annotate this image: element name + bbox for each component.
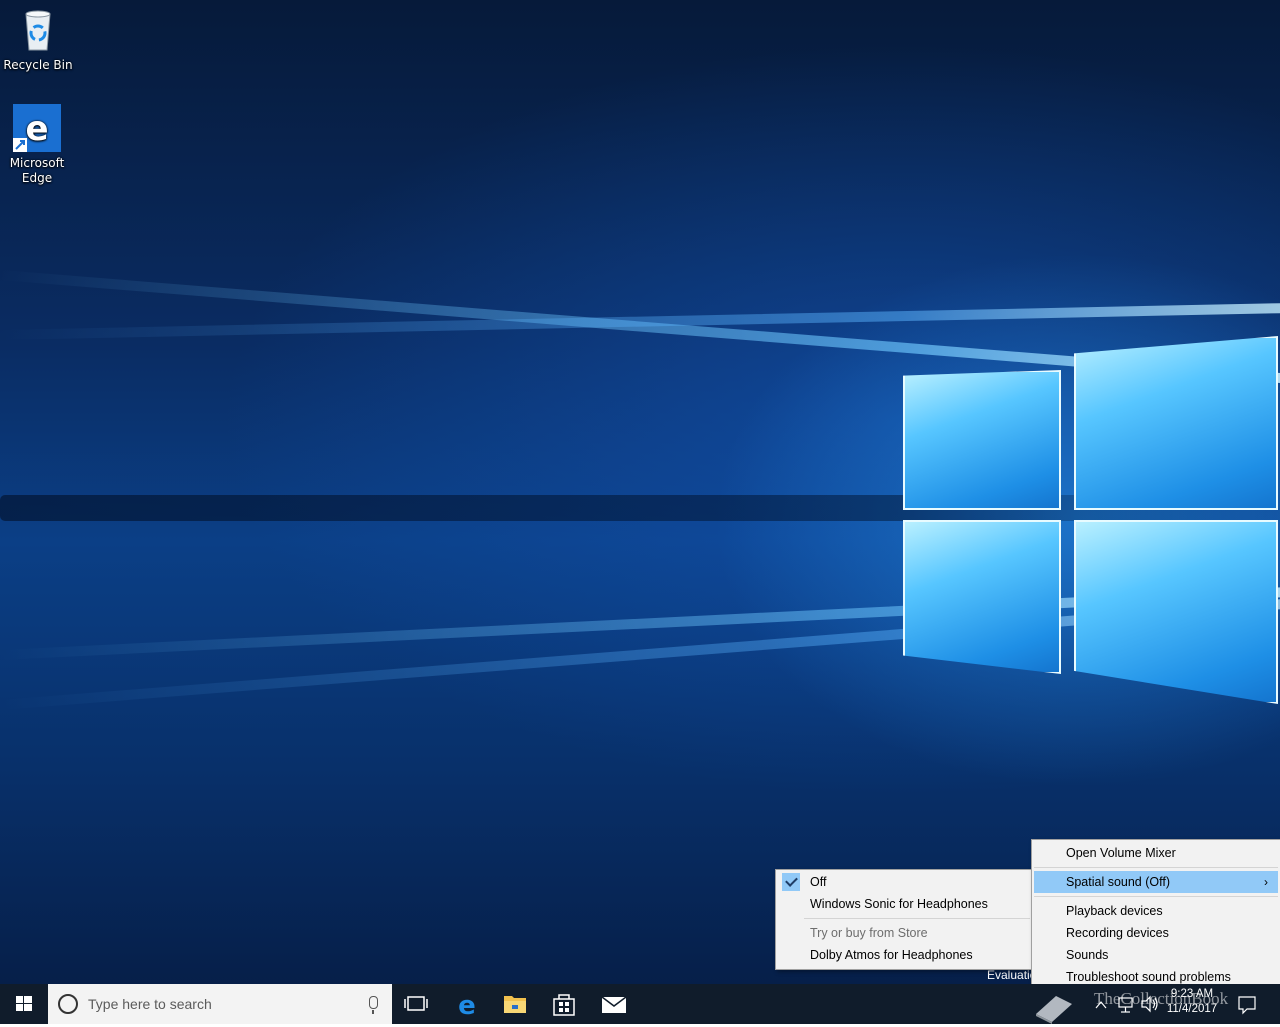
svg-text:e: e (25, 109, 48, 149)
menu-separator (1034, 896, 1278, 897)
menu-item-recording-devices[interactable]: Recording devices (1032, 922, 1280, 944)
recycle-bin-label: Recycle Bin (3, 58, 73, 72)
notification-icon (1238, 996, 1256, 1015)
chevron-right-icon: › (1264, 875, 1268, 889)
desktop-wallpaper (0, 0, 1280, 984)
evaluation-text: Evaluatio (987, 968, 1037, 982)
book-icon (1036, 996, 1072, 1024)
menu-item-open-volume-mixer[interactable]: Open Volume Mixer (1032, 842, 1280, 864)
menu-separator (804, 918, 1030, 919)
menu-item-windows-sonic[interactable]: Windows Sonic for Headphones (776, 893, 1032, 915)
taskbar-edge-button[interactable]: e (443, 984, 491, 1024)
recycle-bin-icon (14, 6, 62, 54)
microphone-icon[interactable] (369, 996, 378, 1014)
taskbar-store-button[interactable] (540, 984, 588, 1024)
store-icon (553, 994, 575, 1016)
taskbar-search-box[interactable]: Type here to search (48, 984, 392, 1024)
tray-book-icon[interactable] (1030, 984, 1080, 1024)
action-center-button[interactable] (1234, 984, 1260, 1024)
menu-item-dolby-atmos[interactable]: Dolby Atmos for Headphones (776, 944, 1032, 966)
edge-icon: e (13, 104, 61, 152)
folder-icon (504, 996, 526, 1013)
menu-item-playback-devices[interactable]: Playback devices (1032, 900, 1280, 922)
logo-pane-top-right (1074, 336, 1278, 510)
logo-pane-top-left (903, 370, 1061, 510)
task-view-button[interactable] (392, 984, 440, 1024)
desktop-icon-recycle-bin[interactable]: Recycle Bin (0, 6, 76, 73)
menu-item-try-or-buy: Try or buy from Store (810, 926, 928, 940)
windows-logo-icon (16, 996, 32, 1011)
microsoft-edge-label: Microsoft Edge (9, 156, 65, 185)
svg-text:e: e (458, 991, 476, 1021)
menu-separator (1034, 867, 1278, 868)
menu-item-spatial-sound[interactable]: Spatial sound (Off) › (1034, 871, 1278, 893)
taskbar-mail-button[interactable] (590, 984, 638, 1024)
logo-pane-bottom-right (1074, 520, 1278, 704)
desktop-icon-microsoft-edge[interactable]: e Microsoft Edge (0, 104, 75, 186)
mail-icon (601, 996, 627, 1013)
task-view-icon (404, 996, 428, 1011)
search-placeholder: Type here to search (88, 996, 212, 1012)
spatial-sound-submenu: Off Windows Sonic for Headphones Try or … (775, 869, 1033, 970)
logo-pane-bottom-left (903, 520, 1061, 674)
edge-icon: e (458, 991, 476, 1021)
watermark-text: TheCollectionBook (1094, 989, 1229, 1008)
sound-context-menu: Open Volume Mixer Spatial sound (Off) › … (1031, 839, 1280, 988)
checkmark-icon (782, 873, 800, 891)
menu-item-sounds[interactable]: Sounds (1032, 944, 1280, 966)
taskbar-file-explorer-button[interactable] (491, 984, 539, 1024)
light-beam (0, 302, 1280, 340)
start-button[interactable] (0, 984, 48, 1024)
menu-item-off[interactable]: Off (776, 871, 1032, 893)
taskbar: Type here to search e 9:23 AM 11/4/2017 (0, 984, 1280, 1024)
cortana-icon (58, 994, 78, 1014)
